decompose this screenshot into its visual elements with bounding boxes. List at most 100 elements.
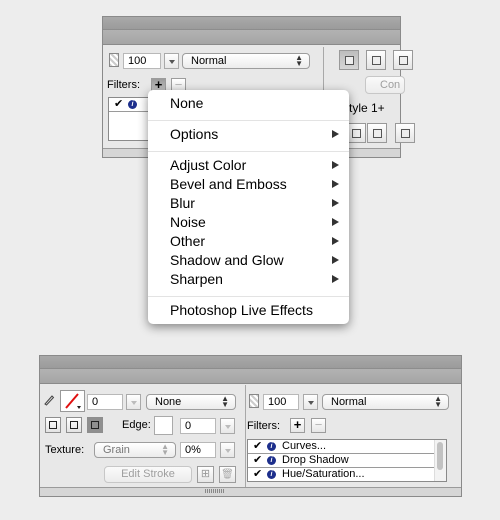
- style-action-button-3[interactable]: [395, 123, 415, 143]
- add-filter-button[interactable]: +: [290, 418, 305, 433]
- menu-separator: [148, 296, 349, 297]
- style-button-1[interactable]: [339, 50, 359, 70]
- bottom-properties-panel: 0 None ▲ ▼ Edge: 0 Texture: Grain ▲ ▼ 0% E…: [39, 355, 462, 497]
- edge-label: Edge:: [122, 419, 151, 431]
- submenu-arrow-icon: [332, 256, 339, 264]
- submenu-arrow-icon: [332, 180, 339, 188]
- submenu-arrow-icon: [332, 161, 339, 169]
- partial-button-label: Con: [380, 79, 401, 91]
- menu-item-bevel-and-emboss[interactable]: Bevel and Emboss: [170, 175, 339, 194]
- filter-row[interactable]: ✔ i Drop Shadow: [248, 454, 446, 468]
- blend-mode-value: Normal: [191, 55, 227, 67]
- menu-separator: [148, 151, 349, 152]
- updown-arrows-icon: ▲ ▼: [221, 394, 229, 409]
- filter-list[interactable]: ✔ i Curves... ✔ i Drop Shadow ✔ i Hue/Sa…: [247, 439, 447, 482]
- filter-name: Hue/Saturation...: [282, 468, 365, 480]
- stroke-size-dropdown-button[interactable]: [126, 394, 141, 410]
- stroke-size-field[interactable]: 0: [87, 394, 123, 410]
- opacity-dropdown-button[interactable]: [164, 53, 179, 69]
- checkmark-icon[interactable]: ✔: [253, 440, 262, 453]
- menu-item-other[interactable]: Other: [170, 232, 339, 251]
- stroke-inside-button[interactable]: [45, 417, 61, 433]
- blend-mode-select[interactable]: Normal ▲ ▼: [182, 53, 310, 69]
- filter-list[interactable]: ✔ i: [108, 97, 153, 141]
- texture-type-select[interactable]: Grain ▲ ▼: [94, 442, 176, 458]
- stroke-type-select[interactable]: None ▲ ▼: [146, 394, 236, 410]
- menu-item-noise[interactable]: Noise: [170, 213, 339, 232]
- submenu-arrow-icon: [332, 199, 339, 207]
- filter-list-header: ✔ i: [109, 98, 152, 112]
- style-button-2[interactable]: [366, 50, 386, 70]
- menu-item-adjust-color[interactable]: Adjust Color: [170, 156, 339, 175]
- submenu-arrow-icon: [332, 218, 339, 226]
- blend-mode-select[interactable]: Normal ▲ ▼: [322, 394, 449, 410]
- info-icon[interactable]: i: [267, 456, 276, 465]
- menu-item-shadow-and-glow[interactable]: Shadow and Glow: [170, 251, 339, 270]
- panel-tab-bar[interactable]: [40, 369, 461, 384]
- menu-item-options[interactable]: Options: [170, 125, 339, 144]
- menu-item-blur[interactable]: Blur: [170, 194, 339, 213]
- submenu-arrow-icon: [332, 275, 339, 283]
- panel-title-bar[interactable]: [40, 356, 461, 369]
- texture-amount-field[interactable]: 0%: [180, 442, 216, 458]
- opacity-dropdown-button[interactable]: [303, 394, 318, 410]
- filter-list-scrollbar[interactable]: [434, 440, 446, 481]
- checkmark-icon[interactable]: ✔: [253, 468, 262, 481]
- edit-stroke-label: Edit Stroke: [121, 468, 175, 480]
- filters-label: Filters:: [247, 420, 280, 432]
- new-document-icon: ⊞: [200, 468, 211, 480]
- blend-mode-value: Normal: [331, 396, 367, 408]
- menu-item-none[interactable]: None: [170, 94, 339, 113]
- panel-footer: [40, 487, 461, 496]
- edit-stroke-button[interactable]: Edit Stroke: [104, 466, 192, 483]
- style-action-button-1[interactable]: [346, 123, 366, 143]
- edge-swatch[interactable]: [154, 416, 173, 435]
- new-stroke-button[interactable]: ⊞: [197, 466, 214, 483]
- plus-icon: +: [293, 417, 302, 432]
- opacity-field[interactable]: 100: [123, 53, 161, 69]
- resize-grip-icon[interactable]: [205, 489, 225, 493]
- style-action-button-2[interactable]: [367, 123, 387, 143]
- texture-type-value: Grain: [103, 444, 130, 456]
- menu-item-sharpen[interactable]: Sharpen: [170, 270, 339, 289]
- panel-title-bar[interactable]: [103, 17, 400, 30]
- stroke-center-button[interactable]: [66, 417, 82, 433]
- info-icon[interactable]: i: [267, 442, 276, 451]
- panel-divider: [245, 385, 246, 488]
- filter-name: Curves...: [282, 440, 327, 452]
- submenu-arrow-icon: [332, 237, 339, 245]
- edge-value-field[interactable]: 0: [180, 418, 216, 434]
- stroke-color-swatch[interactable]: [60, 390, 85, 412]
- pencil-icon: [43, 394, 55, 406]
- panel-tab-bar[interactable]: [103, 30, 400, 45]
- info-icon: i: [128, 100, 137, 109]
- texture-label: Texture:: [45, 444, 85, 456]
- opacity-icon: [249, 394, 259, 408]
- filter-row[interactable]: ✔ i Curves...: [248, 440, 446, 454]
- style-label: tyle 1+: [349, 101, 385, 115]
- filters-label: Filters:: [107, 79, 140, 91]
- updown-arrows-icon: ▲ ▼: [161, 442, 169, 457]
- delete-stroke-button[interactable]: 🗑: [219, 466, 236, 483]
- scrollbar-thumb[interactable]: [437, 442, 443, 470]
- submenu-arrow-icon: [332, 130, 339, 138]
- stroke-type-value: None: [155, 396, 182, 408]
- checkmark-icon: ✔: [114, 98, 124, 110]
- updown-arrows-icon: ▲ ▼: [295, 53, 303, 68]
- opacity-icon: [109, 53, 119, 67]
- trash-icon: 🗑: [221, 469, 234, 480]
- partial-button[interactable]: Con: [365, 76, 405, 94]
- checkmark-icon[interactable]: ✔: [253, 454, 262, 467]
- stroke-outside-button[interactable]: [87, 417, 103, 433]
- edge-dropdown-button[interactable]: [220, 418, 235, 434]
- filters-menu: None Options Adjust Color Bevel and Embo…: [148, 90, 349, 324]
- style-button-3[interactable]: [393, 50, 413, 70]
- filter-row[interactable]: ✔ i Hue/Saturation...: [248, 468, 446, 481]
- updown-arrows-icon: ▲ ▼: [434, 394, 442, 409]
- info-icon[interactable]: i: [267, 470, 276, 479]
- menu-item-photoshop-live-effects[interactable]: Photoshop Live Effects: [170, 301, 339, 320]
- texture-amount-dropdown-button[interactable]: [220, 442, 235, 458]
- remove-filter-button[interactable]: −: [311, 418, 326, 433]
- opacity-field[interactable]: 100: [263, 394, 299, 410]
- filter-name: Drop Shadow: [282, 454, 349, 466]
